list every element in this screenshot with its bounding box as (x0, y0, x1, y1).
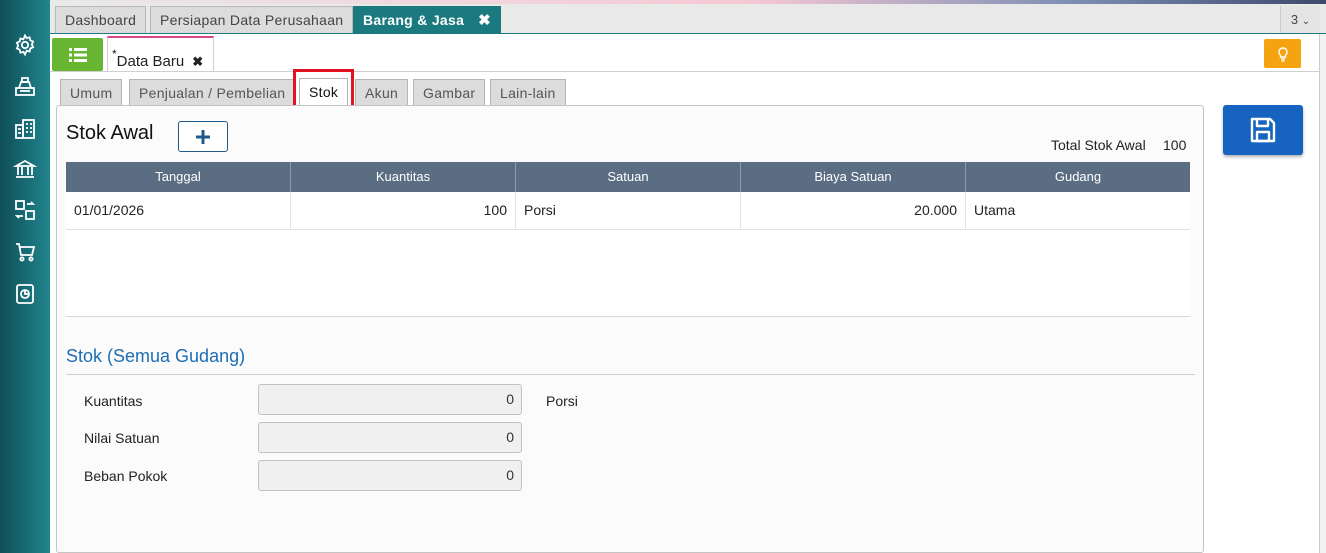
nilai-satuan-field: 0 (258, 422, 522, 453)
beban-pokok-field: 0 (258, 460, 522, 491)
tab-count: 3 (1290, 12, 1299, 27)
transfer-icon[interactable] (12, 197, 38, 223)
floppy-disk-icon (1250, 117, 1276, 143)
column-header-tanggal[interactable]: Tanggal (66, 162, 291, 192)
cell-kuantitas[interactable]: 100 (291, 192, 516, 229)
main-content: *Data Baru ✖ Umum Penjualan / Pembelian S… (50, 34, 1320, 553)
cell-satuan[interactable]: Porsi (516, 192, 741, 229)
stok-awal-title: Stok Awal (66, 122, 154, 144)
tab-count-dropdown[interactable]: 3 ⌄ (1280, 6, 1320, 33)
cell-tanggal[interactable]: 01/01/2026 (66, 192, 291, 229)
total-stok-awal-value: 100 (1163, 137, 1187, 153)
list-icon (68, 47, 87, 62)
list-button[interactable] (52, 38, 103, 71)
sidebar (0, 0, 50, 553)
add-stok-button[interactable] (178, 121, 228, 152)
grid-empty-area (66, 230, 1190, 317)
main-tab-bar: Dashboard Persiapan Data Perusahaan Bara… (50, 4, 1326, 34)
cash-register-icon[interactable] (12, 74, 38, 100)
stok-semua-gudang-title: Stok (Semua Gudang) (66, 346, 246, 366)
unit-label: Porsi (546, 393, 578, 409)
cell-gudang[interactable]: Utama (966, 192, 1190, 229)
column-header-gudang[interactable]: Gudang (966, 162, 1190, 192)
save-button[interactable] (1223, 105, 1303, 155)
tab-label: Persiapan Data Perusahaan (160, 12, 344, 28)
section-divider (66, 374, 1195, 375)
building-icon[interactable] (12, 116, 38, 142)
column-header-satuan[interactable]: Satuan (516, 162, 741, 192)
total-stok-awal-label: Total Stok Awal (1051, 137, 1146, 153)
tab-label: Penjualan / Pembelian (139, 85, 286, 101)
gear-icon[interactable] (12, 32, 38, 58)
kuantitas-field: 0 (258, 384, 522, 415)
cell-biaya-satuan[interactable]: 20.000 (741, 192, 966, 229)
stok-awal-grid: Tanggal Kuantitas Satuan Biaya Satuan Gu… (66, 162, 1190, 317)
tab-label: Barang & Jasa (363, 12, 465, 28)
tab-umum[interactable]: Umum (60, 79, 123, 106)
cart-icon[interactable] (12, 239, 38, 265)
tab-persiapan-data[interactable]: Persiapan Data Perusahaan (150, 6, 354, 33)
lightbulb-icon (1277, 46, 1288, 62)
beban-pokok-label: Beban Pokok (84, 468, 168, 484)
tab-gambar[interactable]: Gambar (413, 79, 486, 106)
tab-akun[interactable]: Akun (355, 79, 409, 106)
tab-lain-lain[interactable]: Lain-lain (490, 79, 566, 106)
tab-label: Data Baru (116, 53, 185, 70)
tab-label: Gambar (423, 85, 476, 101)
tab-barang-jasa[interactable]: Barang & Jasa ✖ (353, 6, 502, 33)
nilai-satuan-label: Nilai Satuan (84, 430, 160, 446)
grid-header: Tanggal Kuantitas Satuan Biaya Satuan Gu… (66, 162, 1190, 192)
table-row[interactable]: 01/01/2026 100 Porsi 20.000 Utama (66, 192, 1190, 230)
plus-icon (196, 129, 210, 144)
stok-panel: Stok Awal Total Stok Awal 100 Tanggal Ku… (56, 105, 1204, 553)
close-icon[interactable]: ✖ (478, 12, 491, 29)
close-icon[interactable]: ✖ (192, 54, 203, 69)
tab-label: Umum (70, 85, 113, 101)
column-header-biaya-satuan[interactable]: Biaya Satuan (741, 162, 966, 192)
kuantitas-label: Kuantitas (84, 393, 143, 409)
modified-marker: * (112, 47, 117, 61)
tab-label: Akun (365, 85, 399, 101)
tab-label: Lain-lain (500, 85, 556, 101)
hint-button[interactable] (1264, 39, 1301, 68)
column-header-kuantitas[interactable]: Kuantitas (291, 162, 516, 192)
divider (50, 71, 1319, 72)
bank-icon[interactable] (12, 156, 38, 182)
report-icon[interactable] (12, 281, 38, 307)
tab-label: Dashboard (65, 12, 137, 28)
tab-data-baru[interactable]: *Data Baru ✖ (107, 36, 215, 72)
tab-dashboard[interactable]: Dashboard (55, 6, 147, 33)
chevron-down-icon: ⌄ (1301, 16, 1311, 27)
tab-penjualan-pembelian[interactable]: Penjualan / Pembelian (129, 79, 296, 106)
